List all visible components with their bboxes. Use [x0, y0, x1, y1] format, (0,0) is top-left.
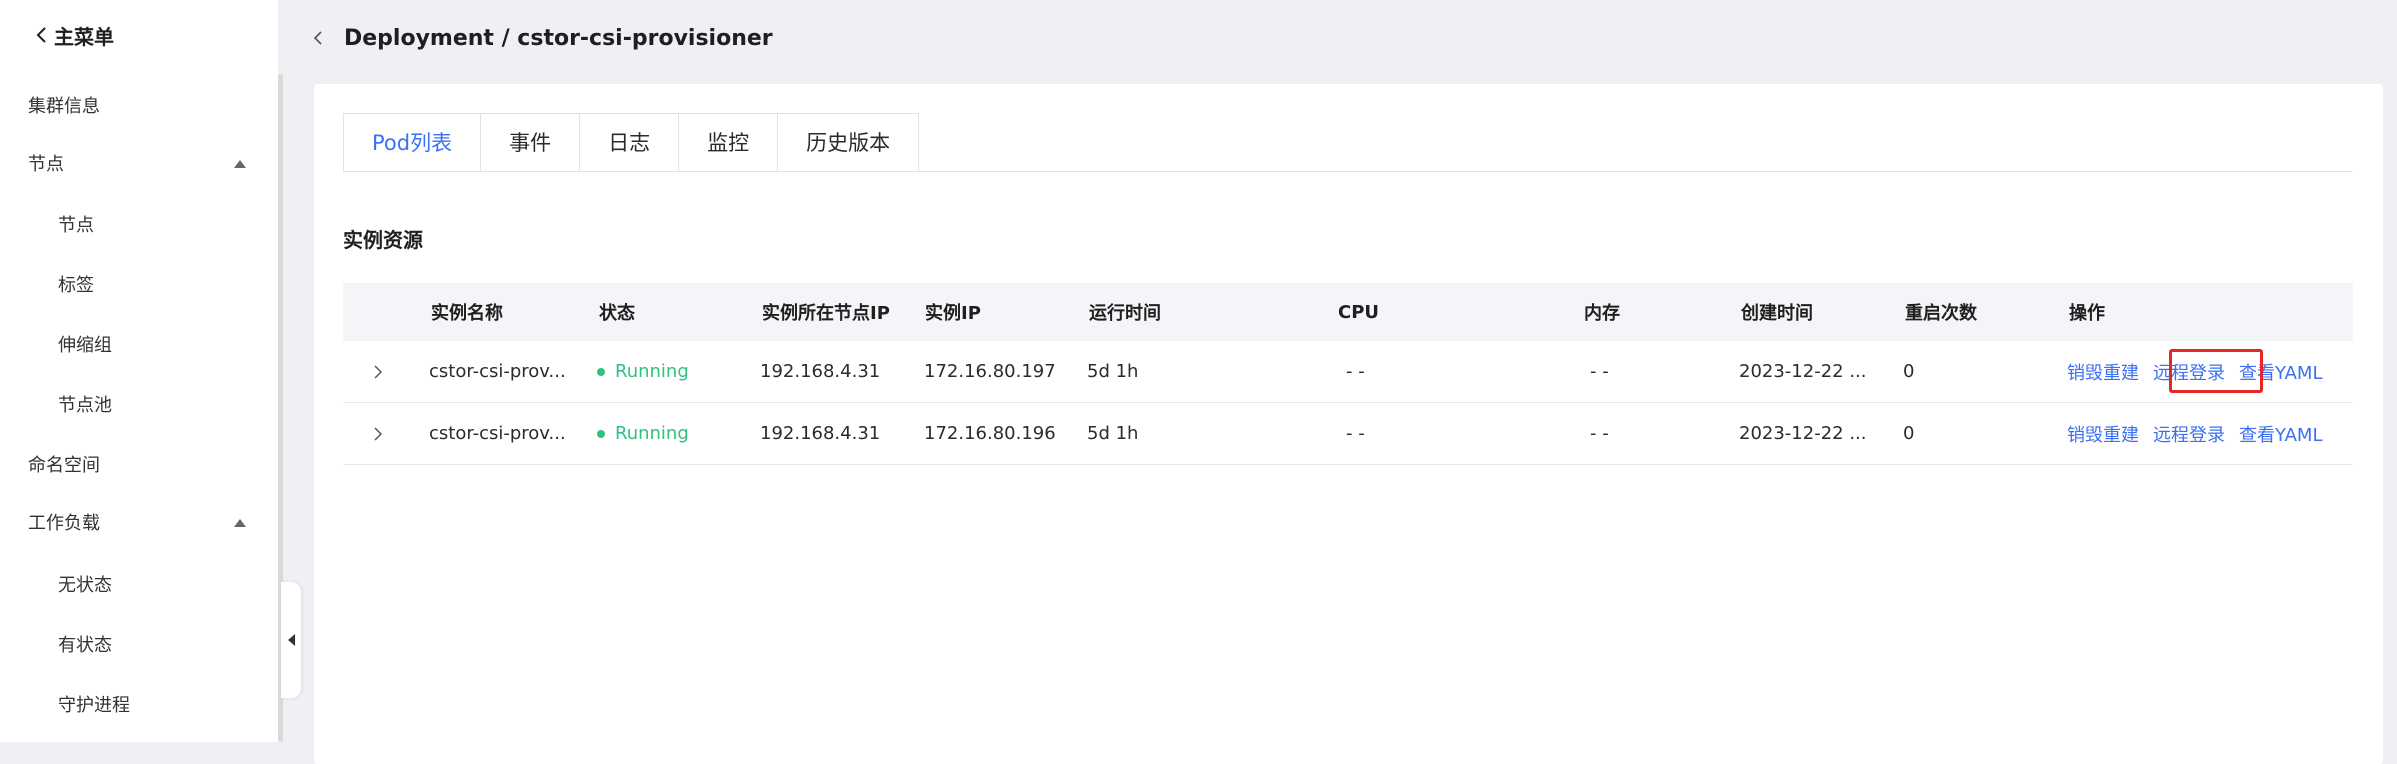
status-badge: Running	[597, 341, 689, 402]
chevron-left-icon	[36, 27, 46, 43]
memory-value: - -	[1590, 423, 1609, 444]
view-yaml-link[interactable]: 查看YAML	[2239, 421, 2322, 447]
remote-login-link[interactable]: 远程登录	[2153, 421, 2225, 447]
sidebar-item-nodes[interactable]: 节点	[58, 211, 94, 241]
remote-login-link[interactable]: 远程登录	[2153, 359, 2225, 385]
col-cpu: CPU	[1338, 301, 1380, 323]
page-header: Deployment / cstor-csi-provisioner	[310, 18, 773, 58]
sidebar-item-node-pools[interactable]: 节点池	[58, 391, 112, 421]
sidebar-group-workloads[interactable]: 工作负载	[28, 509, 100, 539]
sidebar-group-nodes[interactable]: 节点	[28, 150, 64, 180]
col-restarts: 重启次数	[1905, 303, 1977, 324]
col-uptime: 运行时间	[1089, 303, 1161, 324]
sidebar-item-stateful[interactable]: 有状态	[58, 631, 112, 661]
sidebar: 主菜单 集群信息 节点 节点 标签 伸缩组 节点池 命名空间 工作负载 无状态 …	[0, 0, 278, 742]
status-text: Running	[615, 361, 689, 382]
caret-up-icon[interactable]	[234, 160, 246, 168]
tab-monitoring[interactable]: 监控	[679, 114, 779, 172]
caret-left-icon	[287, 634, 295, 646]
col-name: 实例名称	[431, 303, 503, 324]
col-status: 状态	[599, 303, 635, 324]
col-actions: 操作	[2069, 303, 2105, 324]
col-created: 创建时间	[1741, 303, 1813, 324]
status-text: Running	[615, 423, 689, 444]
table-row: cstor-csi-prov... Running 192.168.4.31 1…	[343, 403, 2353, 465]
status-dot	[597, 429, 605, 438]
col-pod-ip: 实例IP	[925, 303, 981, 324]
node-ip: 192.168.4.31	[760, 361, 881, 382]
view-yaml-link[interactable]: 查看YAML	[2239, 359, 2322, 385]
tab-events[interactable]: 事件	[481, 114, 581, 172]
pod-ip: 172.16.80.196	[924, 423, 1056, 444]
col-memory: 内存	[1584, 303, 1620, 324]
memory-value: - -	[1590, 361, 1609, 382]
back-label: 主菜单	[54, 24, 114, 49]
page-title: Deployment / cstor-csi-provisioner	[344, 25, 773, 51]
tabs-divider	[343, 171, 2353, 172]
status-badge: Running	[597, 403, 689, 464]
cpu-value: - -	[1346, 361, 1365, 382]
tab-history[interactable]: 历史版本	[778, 114, 919, 172]
restart-count: 0	[1903, 423, 1915, 444]
sidebar-item-scaling-groups[interactable]: 伸缩组	[58, 331, 112, 361]
actions-cell: 销毁重建 远程登录 查看YAML	[2067, 341, 2336, 402]
sidebar-item-namespaces[interactable]: 命名空间	[28, 451, 100, 481]
node-ip: 192.168.4.31	[760, 423, 881, 444]
restart-count: 0	[1903, 361, 1915, 382]
table-header: 实例名称 状态 实例所在节点IP 实例IP 运行时间 CPU 内存 创建时间 重…	[343, 283, 2353, 341]
back-icon[interactable]	[310, 28, 326, 48]
status-dot	[597, 367, 605, 376]
sidebar-item-cluster-info[interactable]: 集群信息	[28, 92, 100, 122]
cpu-value: - -	[1346, 423, 1365, 444]
tab-pod-list[interactable]: Pod列表	[344, 114, 482, 172]
chevron-right-icon	[374, 426, 383, 441]
sidebar-item-labels[interactable]: 标签	[58, 271, 94, 301]
chevron-right-icon	[374, 364, 383, 379]
sidebar-collapse-button[interactable]	[281, 582, 301, 698]
uptime: 5d 1h	[1087, 361, 1139, 382]
actions-cell: 销毁重建 远程登录 查看YAML	[2067, 403, 2336, 464]
rebuild-link[interactable]: 销毁重建	[2067, 421, 2139, 447]
rebuild-link[interactable]: 销毁重建	[2067, 359, 2139, 385]
expand-row-button[interactable]	[371, 403, 385, 464]
back-to-main-menu[interactable]: 主菜单	[34, 20, 114, 50]
created-time: 2023-12-22 ...	[1739, 361, 1867, 382]
pod-ip: 172.16.80.197	[924, 361, 1056, 382]
main-panel: Pod列表 事件 日志 监控 历史版本 实例资源 实例名称 状态 实例所在节点I…	[314, 84, 2383, 764]
uptime: 5d 1h	[1087, 423, 1139, 444]
pod-name[interactable]: cstor-csi-prov...	[429, 341, 566, 402]
section-title: 实例资源	[343, 228, 423, 252]
pod-name[interactable]: cstor-csi-prov...	[429, 403, 566, 464]
pods-table: 实例名称 状态 实例所在节点IP 实例IP 运行时间 CPU 内存 创建时间 重…	[343, 283, 2353, 465]
expand-row-button[interactable]	[371, 341, 385, 402]
col-node-ip: 实例所在节点IP	[762, 303, 890, 324]
caret-up-icon[interactable]	[234, 519, 246, 527]
table-row: cstor-csi-prov... Running 192.168.4.31 1…	[343, 341, 2353, 403]
sidebar-item-daemonsets[interactable]: 守护进程	[58, 691, 130, 721]
created-time: 2023-12-22 ...	[1739, 423, 1867, 444]
sidebar-item-stateless[interactable]: 无状态	[58, 571, 112, 601]
tab-bar: Pod列表 事件 日志 监控 历史版本	[343, 113, 920, 172]
tab-logs[interactable]: 日志	[580, 114, 680, 172]
